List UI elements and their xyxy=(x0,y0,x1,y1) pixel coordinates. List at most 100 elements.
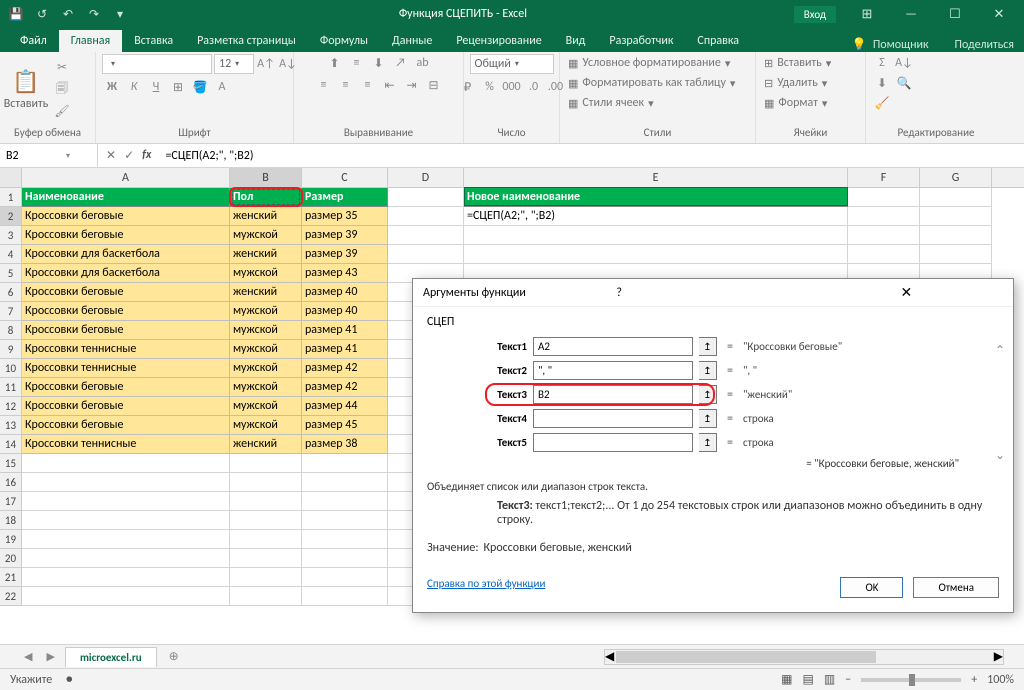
sheet-nav-next-icon[interactable]: ▶ xyxy=(42,650,58,663)
cell[interactable]: размер 40 xyxy=(302,302,388,321)
cell[interactable] xyxy=(302,568,388,587)
border-icon[interactable]: ⊞ xyxy=(168,78,188,96)
login-button[interactable]: Вход xyxy=(794,6,836,23)
cancel-button[interactable]: Отмена xyxy=(913,577,999,598)
cell[interactable] xyxy=(388,245,464,264)
cell[interactable]: женский xyxy=(230,245,302,264)
cell[interactable] xyxy=(848,207,920,226)
view-layout-icon[interactable]: ▤ xyxy=(803,672,814,687)
cell[interactable] xyxy=(22,587,230,606)
cell[interactable]: размер 42 xyxy=(302,359,388,378)
fill-icon[interactable]: ⬇ xyxy=(872,74,892,92)
col-header-a[interactable]: A xyxy=(22,168,230,187)
find-icon[interactable]: 🔍 xyxy=(894,74,914,92)
indent-dec-icon[interactable]: ⇤ xyxy=(380,76,400,94)
cell[interactable]: размер 44 xyxy=(302,397,388,416)
macro-record-icon[interactable]: ⏺ xyxy=(66,673,72,687)
zoom-out-icon[interactable]: − xyxy=(845,673,851,687)
tab-help[interactable]: Справка xyxy=(685,30,751,52)
row-header[interactable]: 22 xyxy=(0,587,22,606)
view-break-icon[interactable]: ▥ xyxy=(824,672,835,687)
row-header[interactable]: 12 xyxy=(0,397,22,416)
dialog-help-link[interactable]: Справка по этой функции xyxy=(427,577,545,598)
row-header[interactable]: 8 xyxy=(0,321,22,340)
cell[interactable]: Кроссовки беговые xyxy=(22,416,230,435)
cell[interactable]: Кроссовки для баскетбола xyxy=(22,264,230,283)
dialog-help-icon[interactable]: ? xyxy=(616,286,809,300)
align-right-icon[interactable]: ≡ xyxy=(358,76,378,94)
cell[interactable] xyxy=(230,530,302,549)
cell[interactable] xyxy=(848,188,920,207)
dialog-close-icon[interactable]: ✕ xyxy=(810,284,1003,301)
cell[interactable]: мужской xyxy=(230,321,302,340)
row-header[interactable]: 4 xyxy=(0,245,22,264)
row-header[interactable]: 9 xyxy=(0,340,22,359)
number-format-combo[interactable]: Общий▾ xyxy=(470,54,554,74)
col-header-b[interactable]: B xyxy=(230,168,302,187)
zoom-in-icon[interactable]: + xyxy=(971,673,977,687)
fill-color-icon[interactable]: 🪣 xyxy=(190,78,210,96)
redo-icon[interactable]: ↷ xyxy=(82,2,106,26)
cell[interactable] xyxy=(920,188,992,207)
qat-more-icon[interactable]: ▾ xyxy=(108,2,132,26)
cell[interactable] xyxy=(388,226,464,245)
col-header-e[interactable]: E xyxy=(464,168,848,187)
ribbon-options-icon[interactable]: ⊞ xyxy=(846,0,888,28)
arg-input[interactable] xyxy=(533,409,693,428)
delete-cells-button[interactable]: ⊟ Удалить ▾ xyxy=(762,74,829,92)
percent-icon[interactable]: % xyxy=(480,78,500,96)
autosave-icon[interactable]: ↺ xyxy=(30,2,54,26)
arg-input[interactable] xyxy=(533,385,693,404)
cell[interactable]: Пол xyxy=(230,188,302,207)
cell[interactable]: мужской xyxy=(230,359,302,378)
collapse-dialog-icon[interactable]: ↥ xyxy=(699,433,717,452)
bold-icon[interactable]: Ж xyxy=(102,78,122,96)
cell-styles-button[interactable]: ▦ Стили ячеек ▾ xyxy=(566,94,656,112)
wrap-text-icon[interactable]: ab xyxy=(413,54,433,72)
cell[interactable]: мужской xyxy=(230,397,302,416)
align-center-icon[interactable]: ≡ xyxy=(336,76,356,94)
col-header-g[interactable]: G xyxy=(920,168,992,187)
tab-layout[interactable]: Разметка страницы xyxy=(185,30,308,52)
maximize-icon[interactable]: ☐ xyxy=(934,0,976,28)
tell-me[interactable]: Помощник xyxy=(873,38,929,52)
font-size-combo[interactable]: 12▾ xyxy=(214,54,254,74)
cell[interactable] xyxy=(22,473,230,492)
tab-home[interactable]: Главная xyxy=(59,30,122,52)
cell[interactable]: женский xyxy=(230,435,302,454)
zoom-level[interactable]: 100% xyxy=(987,673,1014,687)
cell[interactable] xyxy=(302,492,388,511)
cell[interactable]: Кроссовки теннисные xyxy=(22,359,230,378)
cell[interactable]: Новое наименование xyxy=(464,188,848,207)
row-header[interactable]: 7 xyxy=(0,302,22,321)
cell[interactable] xyxy=(920,207,992,226)
cell[interactable]: мужской xyxy=(230,264,302,283)
row-header[interactable]: 10 xyxy=(0,359,22,378)
tab-insert[interactable]: Вставка xyxy=(122,30,185,52)
clear-icon[interactable]: 🧹 xyxy=(872,94,892,112)
row-header[interactable]: 14 xyxy=(0,435,22,454)
insert-cells-button[interactable]: ⊞ Вставить ▾ xyxy=(762,54,833,72)
cell[interactable] xyxy=(302,454,388,473)
cell[interactable] xyxy=(302,511,388,530)
tab-view[interactable]: Вид xyxy=(554,30,598,52)
cell[interactable]: Кроссовки беговые xyxy=(22,321,230,340)
format-painter-icon[interactable]: 🖌 xyxy=(52,102,72,120)
fx-icon[interactable]: fx xyxy=(142,148,151,163)
cell[interactable]: женский xyxy=(230,207,302,226)
cell[interactable] xyxy=(848,245,920,264)
font-name-combo[interactable]: ▾ xyxy=(102,54,212,74)
cell[interactable]: размер 39 xyxy=(302,226,388,245)
sheet-tab[interactable]: microexcel.ru xyxy=(65,647,157,667)
row-header[interactable]: 13 xyxy=(0,416,22,435)
cell[interactable] xyxy=(230,511,302,530)
cell[interactable] xyxy=(22,530,230,549)
cell[interactable] xyxy=(22,492,230,511)
close-icon[interactable]: ✕ xyxy=(978,0,1020,28)
cell[interactable]: мужской xyxy=(230,302,302,321)
row-header[interactable]: 20 xyxy=(0,549,22,568)
cell[interactable]: женский xyxy=(230,283,302,302)
row-header[interactable]: 17 xyxy=(0,492,22,511)
tab-developer[interactable]: Разработчик xyxy=(597,30,685,52)
col-header-d[interactable]: D xyxy=(388,168,464,187)
